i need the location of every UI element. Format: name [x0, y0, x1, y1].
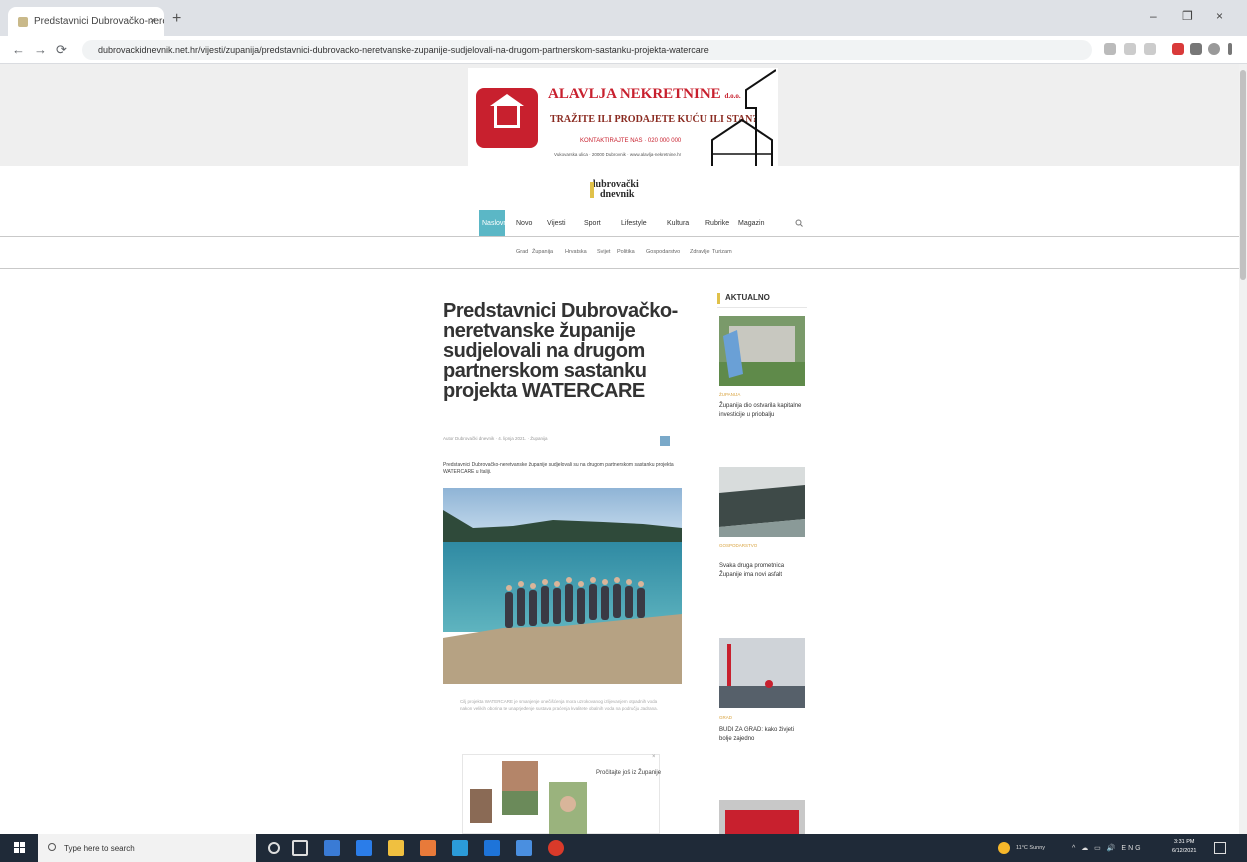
star-icon[interactable]	[1144, 43, 1156, 55]
share-icon[interactable]	[660, 436, 670, 446]
address-input[interactable]: dubrovackidnevnik.net.hr/vijesti/zupanij…	[82, 40, 1092, 60]
sidebar-thumb[interactable]	[719, 638, 805, 708]
nav-item[interactable]: Lifestyle	[621, 210, 647, 236]
nav-item[interactable]: Novo	[516, 210, 532, 236]
restore-button[interactable]: ❐	[1182, 9, 1193, 23]
main-nav: Naslovna Novo Vijesti Sport Lifestyle Ku…	[0, 210, 1247, 237]
search-icon	[48, 843, 56, 851]
sidebar-item-title[interactable]: Svaka druga prometnica Županije ima novi…	[719, 562, 807, 579]
weather-text[interactable]: 11°C Sunny	[1016, 845, 1045, 851]
app-icon[interactable]	[484, 840, 500, 856]
banner-logo	[476, 88, 538, 148]
system-tray[interactable]: ^ ☁ ▭ 🔊 ENG	[1072, 844, 1143, 852]
weather-icon[interactable]	[998, 842, 1010, 854]
scrollbar-thumb[interactable]	[1240, 70, 1246, 280]
banner-house-drawing	[711, 69, 776, 166]
subnav-item[interactable]: Zdravlje	[690, 249, 710, 255]
app-icon[interactable]	[324, 840, 340, 856]
zoom-icon[interactable]	[1104, 43, 1116, 55]
nav-item[interactable]: Kultura	[667, 210, 689, 236]
related-thumb[interactable]	[549, 782, 587, 834]
tab-title: Predstavnici Dubrovačko-nere	[34, 16, 164, 27]
article-photo	[443, 488, 682, 684]
sidebar-thumb[interactable]	[719, 316, 805, 386]
related-title[interactable]: Pročitajte još iz Županije	[596, 768, 666, 779]
subnav-item[interactable]: Županija	[532, 249, 553, 255]
subnav-item[interactable]: Politika	[617, 249, 635, 255]
cortana-icon[interactable]	[268, 842, 280, 854]
article-title: Predstavnici Dubrovačko-neretvanske župa…	[443, 300, 678, 402]
nav-item[interactable]: Magazin	[738, 210, 764, 236]
web-page: ALAVLJA NEKRETNINE d.o.o. TRAŽITE ILI PR…	[0, 64, 1247, 834]
banner-address: Vukovarska ulica · 20000 Dubrovnik · www…	[554, 152, 682, 157]
windows-icon[interactable]	[14, 842, 26, 854]
sidebar-thumb[interactable]	[719, 800, 805, 834]
browser-tab[interactable]: Predstavnici Dubrovačko-nere ×	[8, 7, 164, 36]
nav-item-home[interactable]: Naslovna	[479, 210, 511, 236]
nav-item[interactable]: Sport	[584, 210, 601, 236]
reload-icon[interactable]: ⟳	[56, 42, 67, 58]
forward-icon[interactable]: →	[34, 42, 47, 57]
banner-phone: KONTAKTIRAJTE NAS · 020 000 000	[580, 138, 682, 144]
app-icon[interactable]	[452, 840, 468, 856]
toolbar: ← → ⟳ dubrovackidnevnik.net.hr/vijesti/z…	[0, 36, 1247, 64]
chrome-icon[interactable]	[548, 840, 564, 856]
sidebar-item-title[interactable]: BUDI ZA GRAD: kako živjeti bolje zajedno	[719, 726, 807, 743]
task-view-icon[interactable]	[292, 840, 308, 856]
menu-icon[interactable]	[1228, 43, 1232, 55]
file-explorer-icon[interactable]	[388, 840, 404, 856]
search-icon[interactable]	[795, 219, 803, 227]
notification-icon[interactable]	[1214, 842, 1226, 854]
taskbar-search-input[interactable]: Type here to search	[38, 834, 256, 862]
tab-bar: Predstavnici Dubrovačko-nere × + – ❐ ×	[0, 0, 1247, 36]
extension-icon[interactable]	[1172, 43, 1184, 55]
puzzle-icon[interactable]	[1190, 43, 1202, 55]
subnav-item[interactable]: Turizam	[712, 249, 732, 255]
article-lead: Predstavnici Dubrovačko-neretvanske župa…	[443, 462, 674, 475]
article-caption: Cilj projekta WATERCARE je smanjenje one…	[460, 699, 658, 711]
subnav-item[interactable]: Grad	[516, 249, 528, 255]
sidebar-thumb[interactable]	[719, 467, 805, 537]
nav-item[interactable]: Rubrike	[705, 210, 729, 236]
subnav-item[interactable]: Svijet	[597, 249, 610, 255]
clock[interactable]: 3:31 PM 6/12/2021	[1172, 838, 1196, 856]
nav-item[interactable]: Vijesti	[547, 210, 566, 236]
sidebar-category: GOSPODARSTVO	[719, 543, 758, 548]
favicon-icon	[18, 17, 28, 27]
ad-banner[interactable]: ALAVLJA NEKRETNINE d.o.o. TRAŽITE ILI PR…	[468, 68, 778, 166]
sub-nav: Grad Županija Hrvatska Svijet Politika G…	[0, 239, 1247, 269]
sidebar-category: ŽUPANIJA	[719, 392, 741, 397]
related-thumb[interactable]	[470, 789, 492, 823]
app-icon[interactable]	[356, 840, 372, 856]
new-tab-button[interactable]: +	[172, 10, 181, 28]
taskbar: Type here to search 11°C Sunny ^ ☁ ▭ 🔊 E…	[0, 834, 1247, 862]
share-icon[interactable]	[1124, 43, 1136, 55]
profile-icon[interactable]	[1208, 43, 1220, 55]
app-icon[interactable]	[516, 840, 532, 856]
article-meta: Autor Dubrovački dnevnik · 4. lipnja 202…	[443, 436, 548, 441]
related-thumb[interactable]	[502, 761, 538, 815]
tab-close-icon[interactable]: ×	[150, 15, 156, 27]
subnav-item[interactable]: Gospodarstvo	[646, 249, 680, 255]
back-icon[interactable]: ←	[12, 42, 25, 57]
sidebar-heading: AKTUALNO	[717, 292, 807, 308]
sidebar-category: GRAD	[719, 715, 733, 720]
minimize-button[interactable]: –	[1150, 9, 1157, 23]
close-window-button[interactable]: ×	[1216, 9, 1223, 23]
sidebar-item-title[interactable]: Županija dio ostvarila kapitalne investi…	[719, 402, 807, 419]
app-icon[interactable]	[420, 840, 436, 856]
close-icon[interactable]: ×	[652, 754, 656, 760]
subnav-item[interactable]: Hrvatska	[565, 249, 587, 255]
site-logo[interactable]: dubrovački dnevnik	[590, 180, 660, 202]
